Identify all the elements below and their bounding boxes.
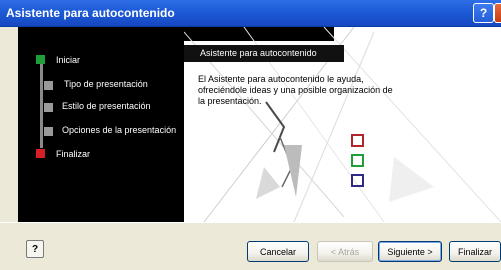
step-label-iniciar[interactable]: Iniciar: [56, 55, 80, 65]
next-button[interactable]: Siguiente >: [378, 241, 442, 262]
steps-pane: Iniciar Tipo de presentación Estilo de p…: [18, 27, 184, 222]
cancel-button[interactable]: Cancelar: [247, 241, 309, 262]
step-indicator-finalizar: [36, 149, 45, 158]
step-indicator-opciones: [44, 127, 53, 136]
decor-square-blue: [351, 174, 364, 187]
decor-square-green: [351, 154, 364, 167]
help-button[interactable]: ?: [26, 240, 44, 258]
step-label-finalizar[interactable]: Finalizar: [56, 149, 90, 159]
steps-connector-line: [40, 60, 43, 148]
step-label-estilo[interactable]: Estilo de presentación: [62, 101, 151, 111]
finish-button[interactable]: Finalizar: [449, 241, 501, 262]
back-button[interactable]: < Atrás: [317, 241, 373, 262]
title-bar[interactable]: Asistente para autocontenido ?: [0, 0, 501, 27]
left-edge: [0, 27, 18, 222]
step-indicator-iniciar: [36, 55, 45, 64]
step-label-opciones[interactable]: Opciones de la presentación: [62, 125, 176, 135]
content-description: El Asistente para autocontenido le ayuda…: [198, 74, 393, 106]
content-pane: Asistente para autocontenido El Asistent…: [184, 27, 501, 222]
title-close-button[interactable]: [494, 3, 501, 23]
button-bar: ? Cancelar < Atrás Siguiente > Finalizar: [0, 222, 501, 270]
decor-square-red: [351, 134, 364, 147]
step-label-tipo[interactable]: Tipo de presentación: [64, 79, 148, 89]
content-header: Asistente para autocontenido: [184, 45, 344, 62]
step-indicator-estilo: [44, 103, 53, 112]
window-title: Asistente para autocontenido: [6, 6, 175, 20]
step-indicator-tipo: [44, 81, 53, 90]
wizard-window: Asistente para autocontenido ? Iniciar T…: [0, 0, 501, 270]
title-help-button[interactable]: ?: [473, 3, 494, 23]
